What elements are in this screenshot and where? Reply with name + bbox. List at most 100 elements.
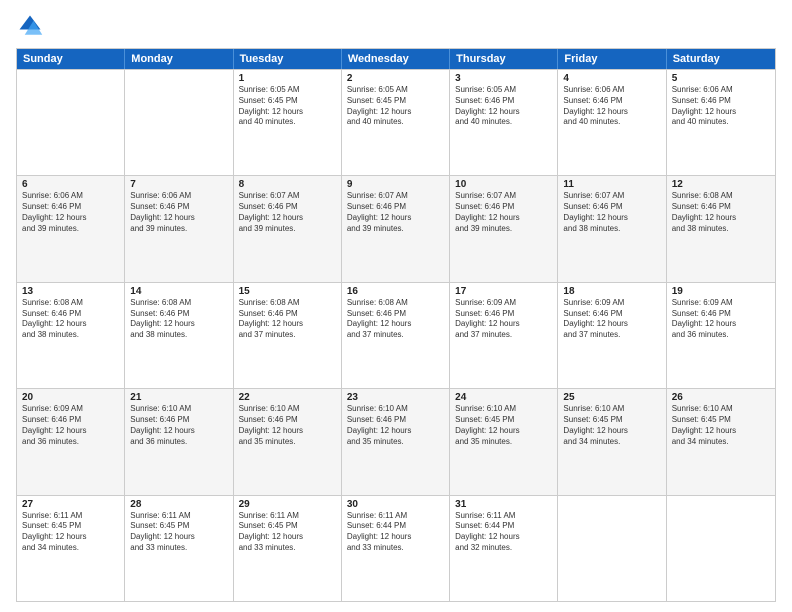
day-number: 29 [239,499,336,510]
calendar: SundayMondayTuesdayWednesdayThursdayFrid… [16,48,776,602]
cell-details: Sunrise: 6:10 AMSunset: 6:45 PMDaylight:… [672,404,770,447]
cell-details: Sunrise: 6:08 AMSunset: 6:46 PMDaylight:… [130,298,227,341]
calendar-cell: 18Sunrise: 6:09 AMSunset: 6:46 PMDayligh… [558,283,666,388]
calendar-cell [125,70,233,175]
calendar-cell: 4Sunrise: 6:06 AMSunset: 6:46 PMDaylight… [558,70,666,175]
day-number: 16 [347,286,444,297]
day-number: 20 [22,392,119,403]
calendar-cell: 24Sunrise: 6:10 AMSunset: 6:45 PMDayligh… [450,389,558,494]
day-number: 30 [347,499,444,510]
cell-details: Sunrise: 6:08 AMSunset: 6:46 PMDaylight:… [672,191,770,234]
day-number: 13 [22,286,119,297]
calendar-header-day: Monday [125,49,233,69]
calendar-header-day: Sunday [17,49,125,69]
day-number: 25 [563,392,660,403]
calendar-cell: 19Sunrise: 6:09 AMSunset: 6:46 PMDayligh… [667,283,775,388]
calendar-header: SundayMondayTuesdayWednesdayThursdayFrid… [17,49,775,69]
cell-details: Sunrise: 6:05 AMSunset: 6:46 PMDaylight:… [455,85,552,128]
calendar-cell: 26Sunrise: 6:10 AMSunset: 6:45 PMDayligh… [667,389,775,494]
calendar-cell: 22Sunrise: 6:10 AMSunset: 6:46 PMDayligh… [234,389,342,494]
day-number: 2 [347,73,444,84]
cell-details: Sunrise: 6:05 AMSunset: 6:45 PMDaylight:… [347,85,444,128]
calendar-cell: 7Sunrise: 6:06 AMSunset: 6:46 PMDaylight… [125,176,233,281]
day-number: 27 [22,499,119,510]
cell-details: Sunrise: 6:08 AMSunset: 6:46 PMDaylight:… [239,298,336,341]
cell-details: Sunrise: 6:10 AMSunset: 6:46 PMDaylight:… [130,404,227,447]
day-number: 6 [22,179,119,190]
day-number: 22 [239,392,336,403]
calendar-row: 20Sunrise: 6:09 AMSunset: 6:46 PMDayligh… [17,388,775,494]
cell-details: Sunrise: 6:10 AMSunset: 6:46 PMDaylight:… [239,404,336,447]
calendar-cell: 20Sunrise: 6:09 AMSunset: 6:46 PMDayligh… [17,389,125,494]
calendar-header-day: Saturday [667,49,775,69]
cell-details: Sunrise: 6:07 AMSunset: 6:46 PMDaylight:… [347,191,444,234]
calendar-header-day: Tuesday [234,49,342,69]
day-number: 4 [563,73,660,84]
calendar-cell: 28Sunrise: 6:11 AMSunset: 6:45 PMDayligh… [125,496,233,601]
header [16,12,776,40]
day-number: 12 [672,179,770,190]
day-number: 21 [130,392,227,403]
calendar-cell: 5Sunrise: 6:06 AMSunset: 6:46 PMDaylight… [667,70,775,175]
cell-details: Sunrise: 6:10 AMSunset: 6:45 PMDaylight:… [563,404,660,447]
calendar-cell: 23Sunrise: 6:10 AMSunset: 6:46 PMDayligh… [342,389,450,494]
day-number: 14 [130,286,227,297]
cell-details: Sunrise: 6:10 AMSunset: 6:45 PMDaylight:… [455,404,552,447]
day-number: 5 [672,73,770,84]
cell-details: Sunrise: 6:06 AMSunset: 6:46 PMDaylight:… [22,191,119,234]
calendar-cell: 13Sunrise: 6:08 AMSunset: 6:46 PMDayligh… [17,283,125,388]
cell-details: Sunrise: 6:09 AMSunset: 6:46 PMDaylight:… [672,298,770,341]
calendar-cell: 31Sunrise: 6:11 AMSunset: 6:44 PMDayligh… [450,496,558,601]
calendar-cell: 11Sunrise: 6:07 AMSunset: 6:46 PMDayligh… [558,176,666,281]
cell-details: Sunrise: 6:11 AMSunset: 6:45 PMDaylight:… [239,511,336,554]
logo [16,12,48,40]
day-number: 18 [563,286,660,297]
cell-details: Sunrise: 6:11 AMSunset: 6:45 PMDaylight:… [22,511,119,554]
day-number: 9 [347,179,444,190]
calendar-row: 27Sunrise: 6:11 AMSunset: 6:45 PMDayligh… [17,495,775,601]
calendar-cell: 10Sunrise: 6:07 AMSunset: 6:46 PMDayligh… [450,176,558,281]
cell-details: Sunrise: 6:11 AMSunset: 6:44 PMDaylight:… [455,511,552,554]
cell-details: Sunrise: 6:10 AMSunset: 6:46 PMDaylight:… [347,404,444,447]
calendar-cell: 27Sunrise: 6:11 AMSunset: 6:45 PMDayligh… [17,496,125,601]
cell-details: Sunrise: 6:09 AMSunset: 6:46 PMDaylight:… [563,298,660,341]
day-number: 8 [239,179,336,190]
day-number: 28 [130,499,227,510]
cell-details: Sunrise: 6:05 AMSunset: 6:45 PMDaylight:… [239,85,336,128]
day-number: 1 [239,73,336,84]
calendar-cell: 16Sunrise: 6:08 AMSunset: 6:46 PMDayligh… [342,283,450,388]
calendar-cell: 12Sunrise: 6:08 AMSunset: 6:46 PMDayligh… [667,176,775,281]
cell-details: Sunrise: 6:07 AMSunset: 6:46 PMDaylight:… [455,191,552,234]
calendar-cell: 6Sunrise: 6:06 AMSunset: 6:46 PMDaylight… [17,176,125,281]
page: SundayMondayTuesdayWednesdayThursdayFrid… [0,0,792,612]
calendar-cell: 21Sunrise: 6:10 AMSunset: 6:46 PMDayligh… [125,389,233,494]
calendar-cell [667,496,775,601]
calendar-row: 1Sunrise: 6:05 AMSunset: 6:45 PMDaylight… [17,69,775,175]
cell-details: Sunrise: 6:11 AMSunset: 6:45 PMDaylight:… [130,511,227,554]
calendar-header-day: Friday [558,49,666,69]
day-number: 15 [239,286,336,297]
day-number: 17 [455,286,552,297]
calendar-cell: 30Sunrise: 6:11 AMSunset: 6:44 PMDayligh… [342,496,450,601]
cell-details: Sunrise: 6:08 AMSunset: 6:46 PMDaylight:… [347,298,444,341]
calendar-row: 13 Sunrise: 6:08 AMSunset: 6:46 PMDayligh… [17,282,775,388]
calendar-cell: 8Sunrise: 6:07 AMSunset: 6:46 PMDaylight… [234,176,342,281]
day-number: 24 [455,392,552,403]
calendar-body: 1Sunrise: 6:05 AMSunset: 6:45 PMDaylight… [17,69,775,601]
cell-details: Sunrise: 6:07 AMSunset: 6:46 PMDaylight:… [239,191,336,234]
calendar-cell: 2Sunrise: 6:05 AMSunset: 6:45 PMDaylight… [342,70,450,175]
cell-details: Sunrise: 6:09 AMSunset: 6:46 PMDaylight:… [455,298,552,341]
day-number: 7 [130,179,227,190]
calendar-cell: 1Sunrise: 6:05 AMSunset: 6:45 PMDaylight… [234,70,342,175]
calendar-cell: 3Sunrise: 6:05 AMSunset: 6:46 PMDaylight… [450,70,558,175]
day-number: 10 [455,179,552,190]
calendar-cell: 29Sunrise: 6:11 AMSunset: 6:45 PMDayligh… [234,496,342,601]
day-number: 11 [563,179,660,190]
day-number: 3 [455,73,552,84]
day-number: 31 [455,499,552,510]
cell-details: Sunrise: 6:07 AMSunset: 6:46 PMDaylight:… [563,191,660,234]
calendar-header-day: Thursday [450,49,558,69]
calendar-cell [17,70,125,175]
day-number: 23 [347,392,444,403]
cell-details: Sunrise: 6:06 AMSunset: 6:46 PMDaylight:… [563,85,660,128]
